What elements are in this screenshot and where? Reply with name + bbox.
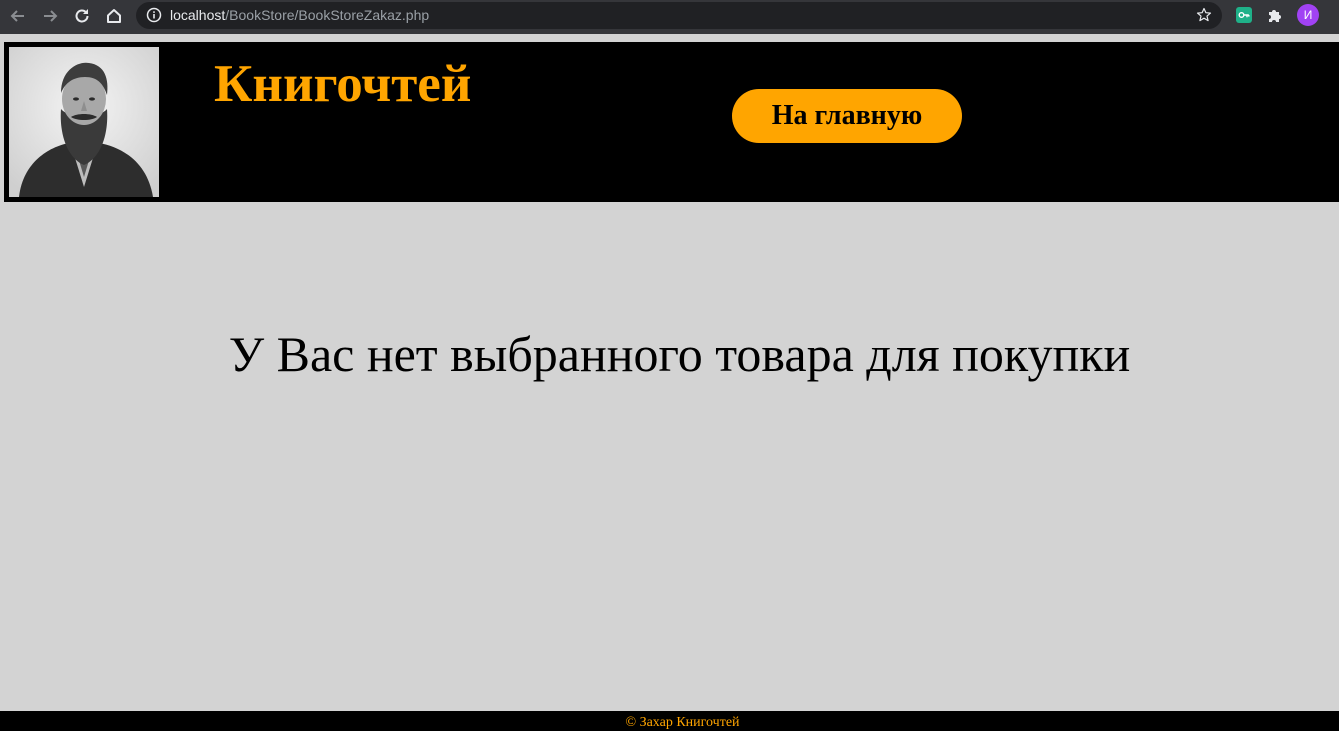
forward-button[interactable]: [38, 4, 62, 28]
browser-toolbar: localhost/BookStore/BookStoreZakaz.php И: [0, 0, 1339, 34]
star-icon[interactable]: [1196, 7, 1212, 23]
key-extension-icon[interactable]: [1236, 7, 1252, 23]
info-icon[interactable]: [146, 7, 162, 23]
site-header: Книгочтей На главную: [4, 42, 1339, 202]
url-host: localhost: [170, 7, 226, 23]
back-button[interactable]: [6, 4, 30, 28]
url-path: /BookStore/BookStoreZakaz.php: [225, 7, 430, 23]
reload-button[interactable]: [70, 4, 94, 28]
home-button-browser[interactable]: [102, 4, 126, 28]
home-button[interactable]: На главную: [732, 89, 962, 143]
site-title: Книгочтей: [214, 55, 472, 113]
arrow-right-icon: [44, 10, 58, 22]
empty-cart-message: У Вас нет выбранного товара для покупки: [228, 326, 1131, 382]
author-portrait-image: [9, 47, 159, 197]
site-footer: © Захар Книгочтей: [0, 711, 1339, 731]
reload-icon: [75, 9, 89, 23]
profile-avatar[interactable]: И: [1297, 4, 1319, 26]
page-top-gap: [0, 34, 1339, 42]
address-bar[interactable]: localhost/BookStore/BookStoreZakaz.php: [136, 2, 1222, 29]
puzzle-icon[interactable]: [1267, 7, 1283, 23]
home-icon: [107, 9, 121, 23]
url-text: localhost/BookStore/BookStoreZakaz.php: [170, 7, 429, 23]
author-portrait: [9, 47, 159, 197]
footer-copyright: © Захар Книгочтей: [625, 715, 740, 730]
arrow-left-icon: [10, 10, 24, 22]
